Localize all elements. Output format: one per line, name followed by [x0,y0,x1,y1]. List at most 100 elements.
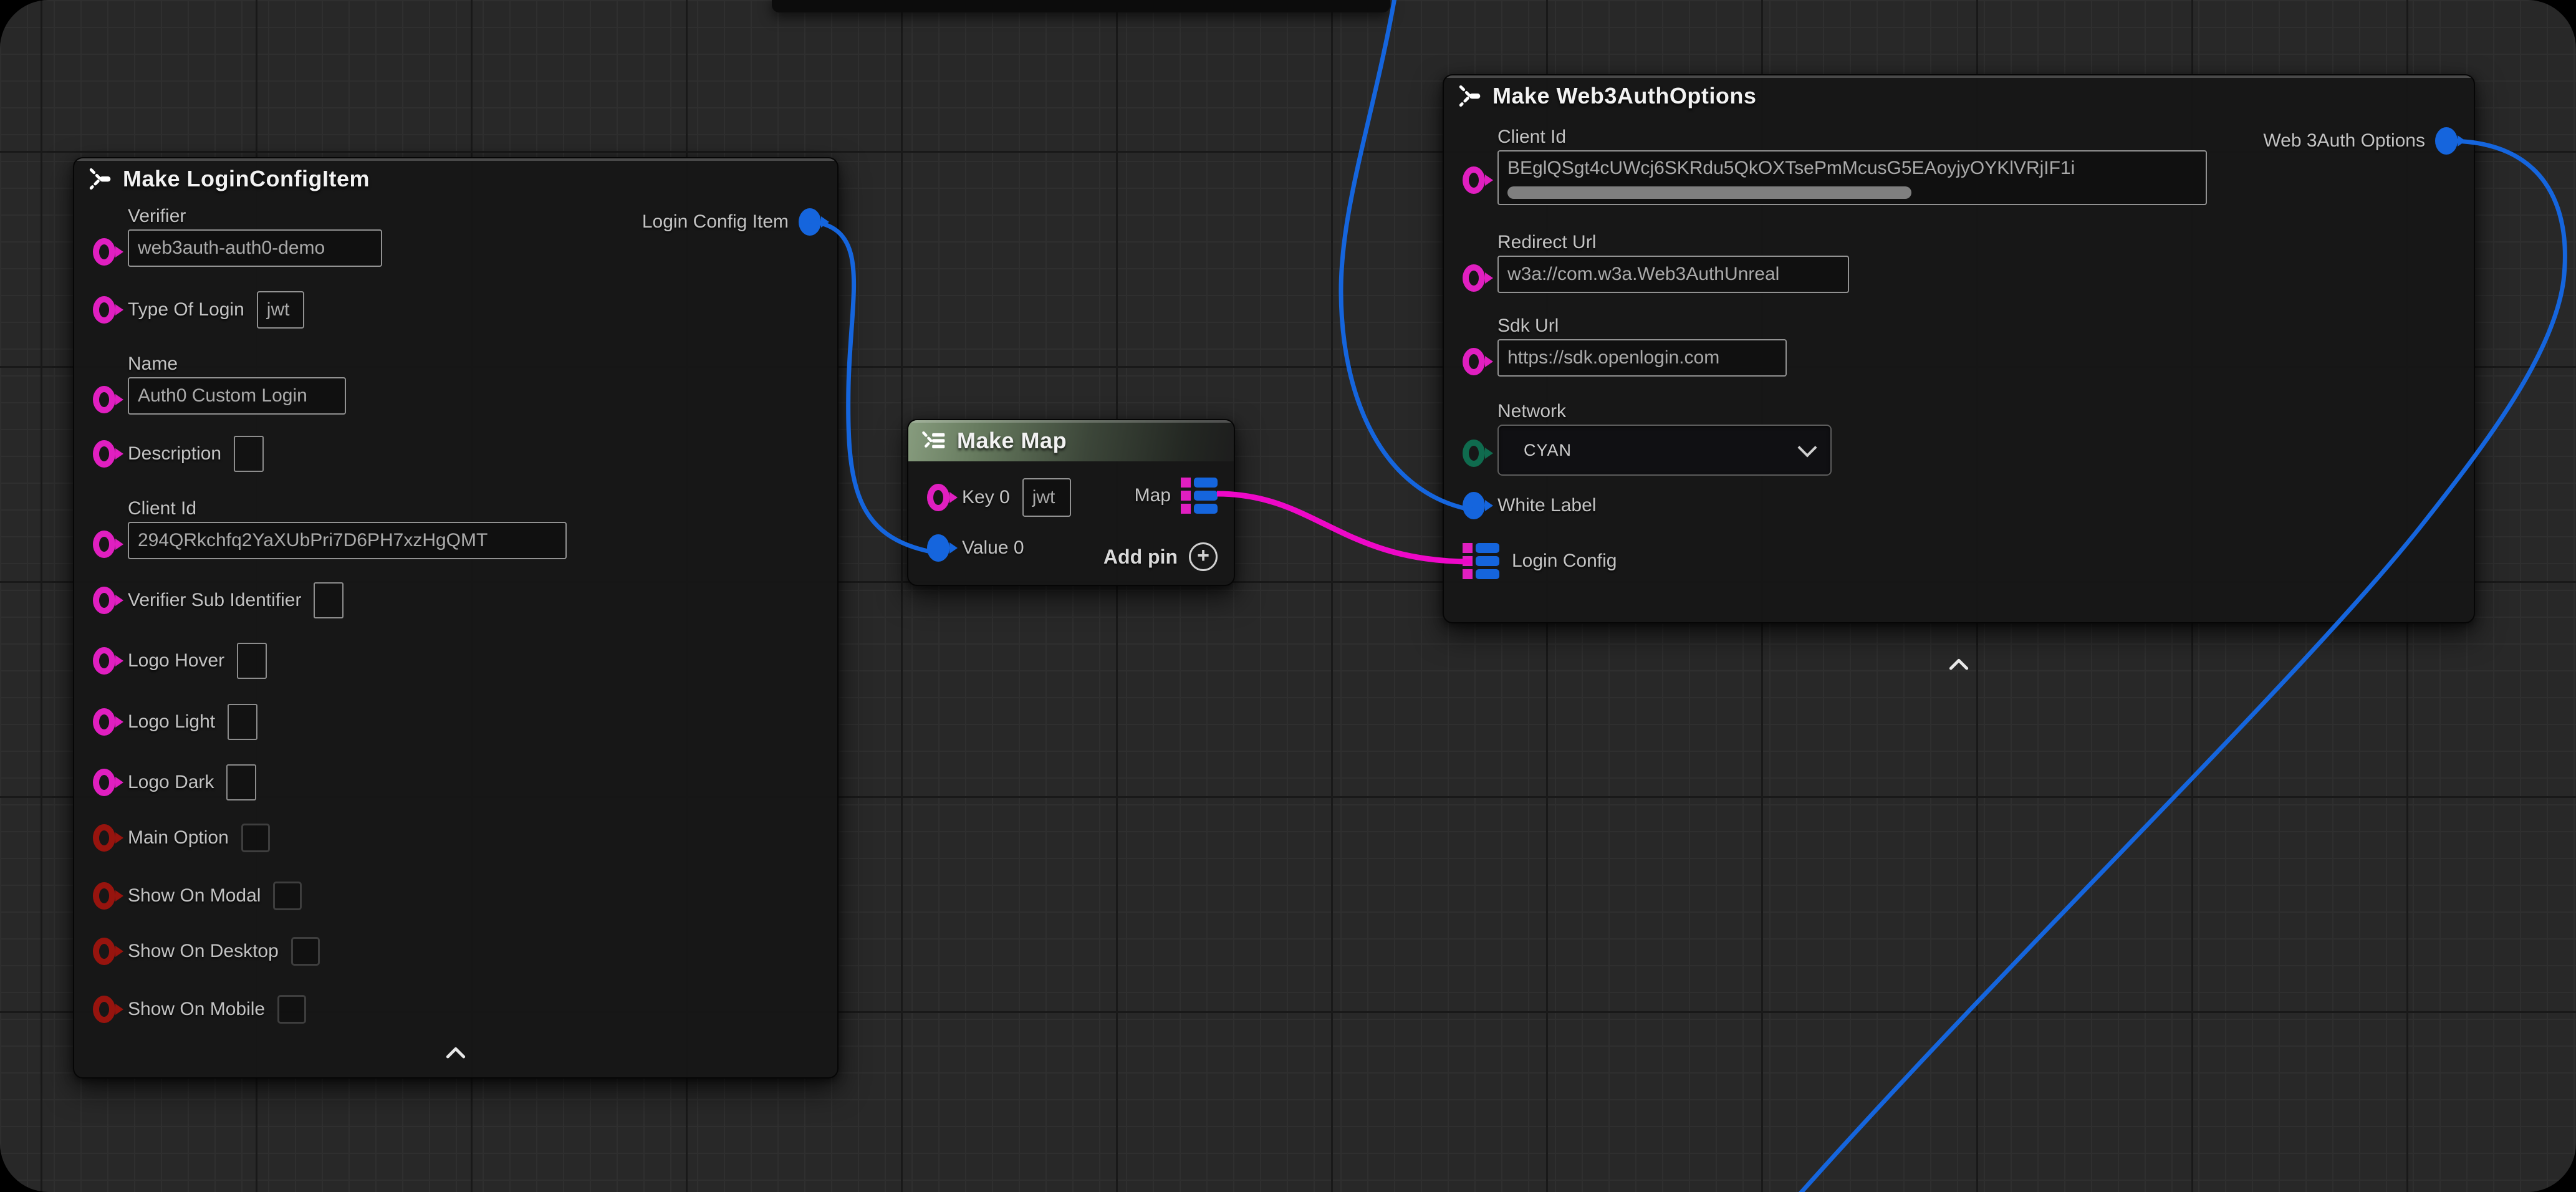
node-title: Make Map [957,428,1067,454]
bool-pin[interactable] [93,882,115,910]
output-row-map: Map [1135,478,1218,514]
add-pin-label: Add pin [1103,546,1178,569]
pin-label: Sdk Url [1497,315,1787,337]
logo-light-input[interactable] [228,704,257,740]
description-input[interactable] [234,436,264,472]
pin-label: Logo Light [128,711,215,733]
string-pin[interactable] [93,769,115,796]
string-pin[interactable] [93,386,115,413]
show-on-mobile-checkbox[interactable] [277,995,306,1024]
make-map-icon [920,427,947,454]
pin-row-logo-hover: Logo Hover [93,643,267,679]
verifier-sub-identifier-input[interactable] [314,582,344,618]
offscreen-node-fragment [772,0,1390,12]
enum-pin[interactable] [1463,440,1485,467]
string-pin[interactable] [93,531,115,558]
pin-label: Show On Modal [128,885,261,906]
node-header[interactable]: Make Web3AuthOptions [1444,75,2474,117]
name-input[interactable]: Auth0 Custom Login [128,377,346,415]
pin-row-show-on-modal: Show On Modal [93,882,302,910]
type-of-login-input[interactable]: jwt [257,291,304,329]
pin-label: Client Id [1497,127,2207,148]
blueprint-graph-canvas[interactable]: Make LoginConfigItem Login Config Item V… [0,0,2576,1192]
show-on-desktop-checkbox[interactable] [291,937,320,966]
client-id-input[interactable]: 294QRkchfq2YaXUbPri7D6PH7xzHgQMT [128,522,567,559]
logo-dark-input[interactable] [226,764,256,800]
collapse-node-button[interactable] [1937,650,1981,678]
output-pin-label: Login Config Item [642,211,789,233]
wire-map-to-login-config[interactable] [1217,494,1471,562]
pin-label: Verifier Sub Identifier [128,590,301,611]
node-title: Make LoginConfigItem [123,166,370,192]
pin-row-white-label: White Label [1463,492,1596,519]
bool-pin[interactable] [93,824,115,852]
string-pin[interactable] [93,708,115,736]
pin-label: Verifier [128,206,382,227]
bool-pin[interactable] [93,996,115,1023]
pin-label: Description [128,443,221,464]
network-dropdown[interactable]: CYAN [1497,425,1832,476]
pin-row-main-option: Main Option [93,824,270,852]
pin-row-verifier-sub-identifier: Verifier Sub Identifier [93,582,344,618]
node-header[interactable]: Make Map [908,420,1234,461]
client-id-input[interactable]: BEglQSgt4cUWcj6SKRdu5QkOXTsePmMcusG5EAoy… [1497,150,2207,205]
chevron-up-icon [445,1045,466,1059]
string-pin[interactable] [93,440,115,468]
logo-hover-input[interactable] [237,643,267,679]
pin-label: Key 0 [962,487,1010,508]
pin-label: Client Id [128,498,567,519]
string-pin[interactable] [93,647,115,675]
input-scrollbar[interactable] [1507,186,1911,199]
key-0-input[interactable]: jwt [1022,478,1071,517]
chevron-down-icon [1797,438,1817,457]
bool-pin[interactable] [93,938,115,965]
verifier-input[interactable]: web3auth-auth0-demo [128,229,382,267]
struct-pin-connected[interactable] [1463,492,1485,519]
add-pin-button[interactable]: Add pin + [1103,542,1218,571]
output-pin-label: Web 3Auth Options [2263,130,2425,151]
pin-row-client-id: Client Id 294QRkchfq2YaXUbPri7D6PH7xzHgQ… [93,498,567,559]
pin-label: Show On Desktop [128,941,279,962]
main-option-checkbox[interactable] [241,824,270,852]
node-make-map[interactable]: Make Map Key 0 jwt Map Value 0 Add pin + [907,419,1235,586]
pin-row-type-of-login: Type Of Login jwt [93,291,304,329]
pin-label: Logo Hover [128,650,224,671]
pin-row-client-id: Client Id BEglQSgt4cUWcj6SKRdu5QkOXTsePm… [1463,127,2207,205]
pin-row-name: Name Auth0 Custom Login [93,353,346,415]
pin-row-value-0: Value 0 [927,534,1024,562]
pin-label: Show On Mobile [128,999,265,1020]
pin-row-login-config: Login Config [1463,543,1617,579]
string-pin[interactable] [1463,166,1485,194]
pin-row-sdk-url: Sdk Url https://sdk.openlogin.com [1463,315,1787,377]
pin-row-logo-dark: Logo Dark [93,764,256,800]
pin-label: Name [128,353,346,375]
pin-row-verifier: Verifier web3auth-auth0-demo [93,206,382,267]
map-pin[interactable] [1181,478,1218,514]
map-pin-connected[interactable] [1463,543,1499,579]
pin-label: Main Option [128,827,229,848]
string-pin[interactable] [93,238,115,266]
node-make-login-config-item[interactable]: Make LoginConfigItem Login Config Item V… [73,157,839,1079]
node-make-web3auth-options[interactable]: Make Web3AuthOptions Web 3Auth Options C… [1443,74,2475,623]
node-title: Make Web3AuthOptions [1492,83,1756,109]
sdk-url-input[interactable]: https://sdk.openlogin.com [1497,339,1787,377]
redirect-url-input[interactable]: w3a://com.w3a.Web3AuthUnreal [1497,256,1849,293]
string-pin[interactable] [1463,348,1485,375]
pin-row-key-0: Key 0 jwt [927,478,1071,517]
string-pin[interactable] [93,296,115,324]
struct-pin-connected[interactable] [927,534,949,562]
pin-label: Redirect Url [1497,232,1849,253]
network-selected-value: CYAN [1524,441,1572,460]
output-row-web3auth-options: Web 3Auth Options [2263,127,2458,155]
output-pin-struct[interactable] [2435,127,2458,155]
collapse-node-button[interactable] [434,1039,478,1066]
show-on-modal-checkbox[interactable] [273,882,302,910]
string-pin[interactable] [1463,264,1485,292]
pin-row-logo-light: Logo Light [93,704,257,740]
output-pin-struct[interactable] [799,208,821,236]
string-pin[interactable] [927,484,949,511]
pin-label: Type Of Login [128,299,244,320]
pin-label: Logo Dark [128,772,214,793]
node-header[interactable]: Make LoginConfigItem [74,158,837,199]
string-pin[interactable] [93,587,115,614]
